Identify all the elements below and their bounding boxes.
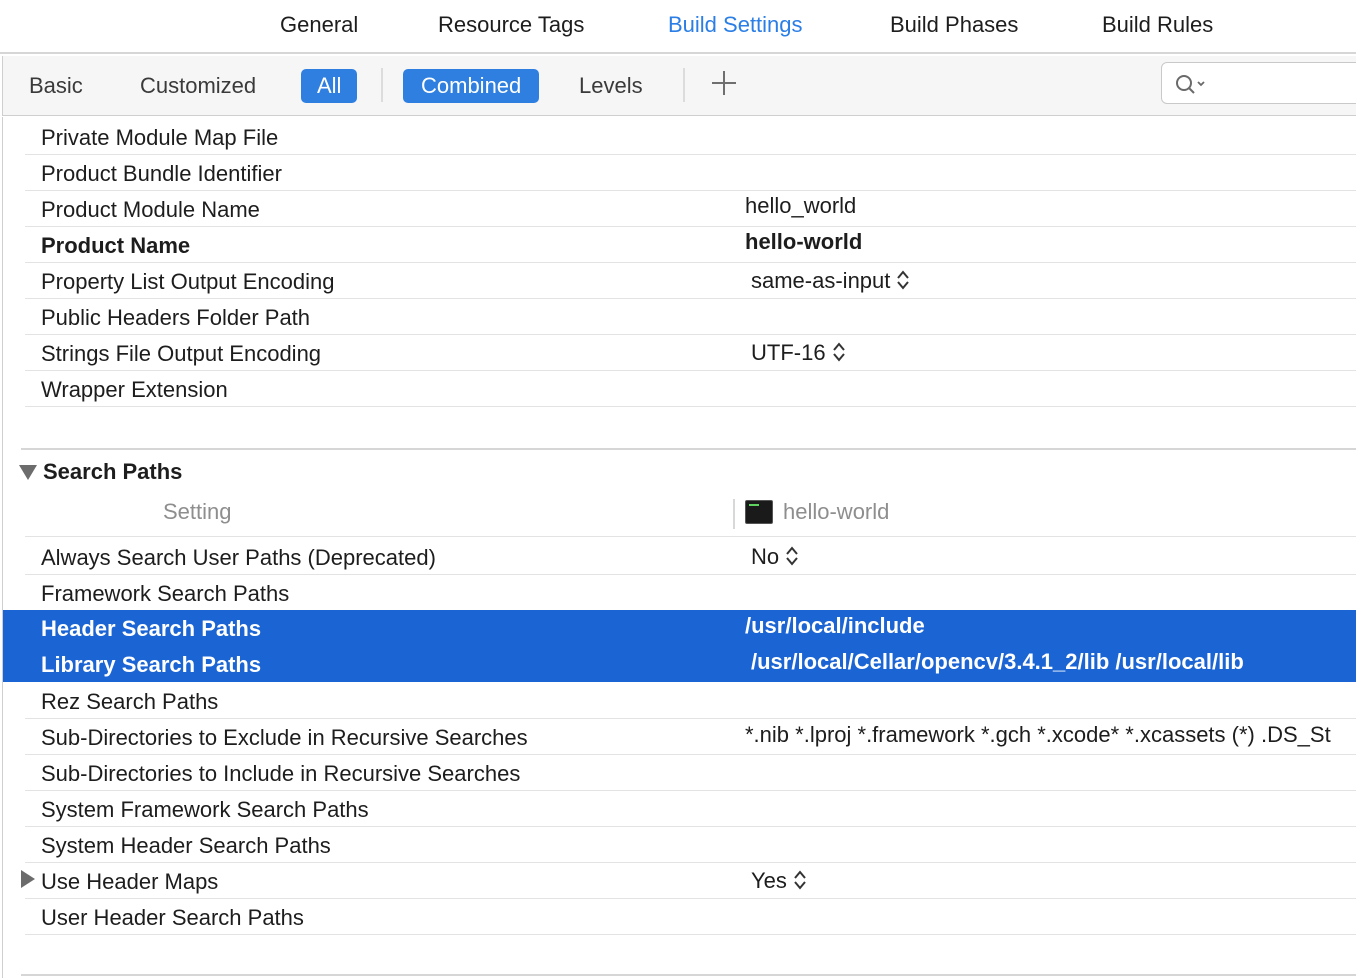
section-title[interactable]: Search Paths: [43, 459, 182, 485]
editor-tab-bar: General Resource Tags Build Settings Bui…: [0, 0, 1356, 54]
setting-row[interactable]: Strings File Output Encoding UTF-16: [3, 335, 1356, 371]
filter-levels[interactable]: Levels: [579, 69, 643, 103]
search-icon: [1176, 75, 1205, 94]
disclosure-triangle-down-icon[interactable]: [19, 465, 37, 480]
setting-name: User Header Search Paths: [41, 905, 304, 930]
setting-value[interactable]: *.nib *.lproj *.framework *.gch *.xcode*…: [745, 722, 1331, 748]
setting-name: Property List Output Encoding: [41, 269, 335, 294]
add-setting-plus-icon[interactable]: [710, 68, 738, 96]
setting-value: same-as-input: [751, 268, 891, 293]
setting-value-popup[interactable]: same-as-input: [751, 268, 910, 294]
setting-row-selected[interactable]: Library Search Paths /usr/local/Cellar/o…: [3, 646, 1356, 682]
setting-name: Product Module Name: [41, 197, 260, 222]
search-input[interactable]: [1161, 62, 1356, 104]
divider: [381, 68, 383, 102]
terminal-target-icon: [745, 500, 773, 524]
setting-row[interactable]: Wrapper Extension: [3, 371, 1356, 407]
setting-row[interactable]: Framework Search Paths: [3, 575, 1356, 611]
tab-build-phases[interactable]: Build Phases: [890, 12, 1018, 38]
setting-value: No: [751, 544, 780, 569]
setting-row[interactable]: Product Name hello-world: [3, 227, 1356, 263]
setting-value[interactable]: hello_world: [745, 193, 856, 219]
tab-general[interactable]: General: [280, 12, 358, 38]
disclosure-triangle-right-icon[interactable]: [21, 870, 35, 888]
setting-row[interactable]: User Header Search Paths: [3, 899, 1356, 935]
tab-resource-tags[interactable]: Resource Tags: [438, 12, 584, 38]
setting-value: UTF-16: [751, 340, 826, 365]
column-setting-label: Setting: [163, 499, 232, 524]
stepper-arrows-icon: [786, 546, 798, 566]
setting-name: System Header Search Paths: [41, 833, 331, 858]
filter-customized[interactable]: Customized: [140, 69, 256, 103]
setting-name: Product Name: [41, 233, 191, 258]
setting-value-popup[interactable]: Yes: [751, 868, 807, 894]
section-divider: [21, 974, 1356, 976]
setting-value[interactable]: /usr/local/Cellar/opencv/3.4.1_2/lib /us…: [751, 649, 1244, 675]
setting-row[interactable]: Private Module Map File: [3, 119, 1356, 155]
setting-name: Product Bundle Identifier: [41, 161, 282, 186]
setting-name: Strings File Output Encoding: [41, 341, 322, 366]
setting-name: System Framework Search Paths: [41, 797, 369, 822]
setting-name: Library Search Paths: [41, 652, 262, 677]
setting-value-popup[interactable]: UTF-16: [751, 340, 846, 366]
filter-combined[interactable]: Combined: [403, 69, 540, 103]
setting-row[interactable]: Rez Search Paths: [3, 683, 1356, 719]
setting-row[interactable]: System Framework Search Paths: [3, 791, 1356, 827]
setting-row[interactable]: Use Header Maps Yes: [3, 863, 1356, 899]
section-divider: [21, 448, 1356, 450]
setting-name: Header Search Paths: [41, 616, 262, 641]
tab-build-rules[interactable]: Build Rules: [1102, 12, 1213, 38]
setting-name: Sub-Directories to Exclude in Recursive …: [41, 725, 528, 750]
filter-basic[interactable]: Basic: [29, 69, 83, 103]
setting-value[interactable]: /usr/local/include: [745, 613, 925, 639]
setting-value: Yes: [751, 868, 787, 893]
settings-list: Private Module Map File Product Bundle I…: [2, 117, 1356, 978]
tab-build-settings[interactable]: Build Settings: [668, 12, 803, 38]
setting-row[interactable]: Product Bundle Identifier: [3, 155, 1356, 191]
setting-name: Wrapper Extension: [41, 377, 228, 402]
setting-name: Private Module Map File: [41, 125, 279, 150]
setting-row[interactable]: Always Search User Paths (Deprecated) No: [3, 539, 1356, 575]
setting-row[interactable]: Public Headers Folder Path: [3, 299, 1356, 335]
column-header: Setting hello-world: [3, 491, 1356, 537]
setting-name: Public Headers Folder Path: [41, 305, 311, 330]
setting-row-selected[interactable]: Header Search Paths /usr/local/include: [3, 610, 1356, 646]
setting-value[interactable]: hello-world: [745, 229, 862, 255]
stepper-arrows-icon: [897, 270, 910, 290]
filter-bar: Basic Customized All Combined Levels: [2, 56, 1356, 116]
setting-row[interactable]: Property List Output Encoding same-as-in…: [3, 263, 1356, 299]
setting-name: Rez Search Paths: [41, 689, 219, 714]
setting-name: Always Search User Paths (Deprecated): [41, 545, 436, 570]
setting-name: Use Header Maps: [41, 869, 219, 894]
filter-all[interactable]: All: [301, 69, 358, 103]
setting-name: Framework Search Paths: [41, 581, 290, 606]
column-divider[interactable]: [733, 499, 735, 529]
setting-row[interactable]: Sub-Directories to Exclude in Recursive …: [3, 719, 1356, 755]
column-target-label: hello-world: [783, 499, 890, 524]
setting-value-popup[interactable]: No: [751, 544, 799, 570]
setting-row[interactable]: Product Module Name hello_world: [3, 191, 1356, 227]
setting-name: Sub-Directories to Include in Recursive …: [41, 761, 521, 786]
divider: [683, 68, 685, 102]
stepper-arrows-icon: [832, 342, 845, 362]
stepper-arrows-icon: [794, 870, 806, 890]
setting-row[interactable]: Sub-Directories to Include in Recursive …: [3, 755, 1356, 791]
setting-row[interactable]: System Header Search Paths: [3, 827, 1356, 863]
